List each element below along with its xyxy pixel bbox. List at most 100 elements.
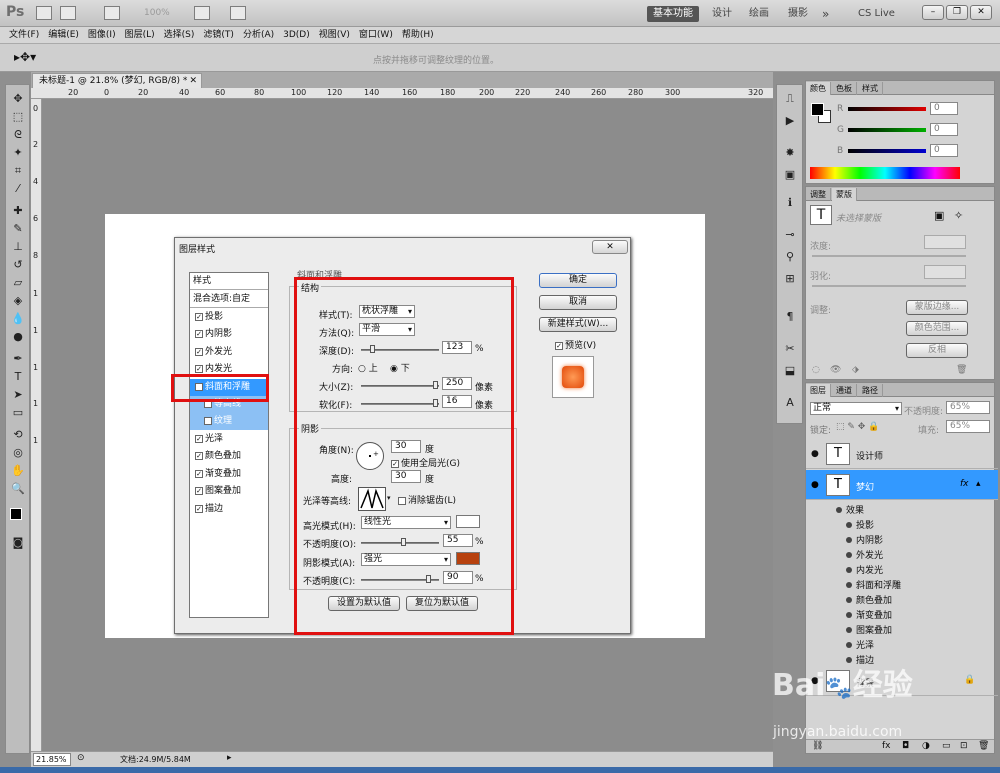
close-icon[interactable]: ✕: [970, 5, 992, 20]
ok-button[interactable]: 确定: [539, 273, 617, 288]
new-group-icon[interactable]: ▭: [942, 741, 951, 751]
dialog-close-button[interactable]: ✕: [592, 240, 628, 254]
mini-bridge-icon[interactable]: [60, 6, 76, 20]
apply-mask-icon[interactable]: ⬗: [852, 365, 859, 375]
feather-input[interactable]: [924, 265, 966, 279]
zoom-level[interactable]: 100%: [144, 8, 170, 18]
style-item-gradient-overlay[interactable]: ✓ 渐变叠加: [190, 466, 268, 483]
link-layers-icon[interactable]: ⛓: [812, 741, 823, 751]
screen-mode-icon[interactable]: [230, 6, 246, 20]
eyedropper-tool-icon[interactable]: ⁄: [10, 181, 26, 196]
style-item-drop-shadow[interactable]: ✓ 投影: [190, 309, 268, 326]
workspace-essentials[interactable]: 基本功能: [647, 6, 699, 22]
delete-layer-icon[interactable]: 🗑: [978, 741, 989, 751]
tab-color[interactable]: 颜色: [806, 82, 831, 95]
clone-source-icon[interactable]: ▣: [781, 167, 799, 183]
layer-row-designer[interactable]: ● T 设计师: [806, 439, 998, 469]
eye-icon[interactable]: [846, 612, 852, 618]
move-tool-preset-icon[interactable]: ▸✥▾: [14, 50, 36, 64]
menu-3d[interactable]: 3D(D): [283, 27, 310, 44]
feather-slider[interactable]: [812, 285, 966, 287]
channel-g-slider[interactable]: [848, 128, 926, 132]
channel-b-input[interactable]: 0: [930, 144, 958, 157]
new-layer-icon[interactable]: ⊡: [960, 741, 968, 751]
delete-mask-icon[interactable]: 🗑: [956, 365, 967, 375]
vector-mask-icon[interactable]: ✧: [954, 209, 963, 222]
eye-icon[interactable]: [846, 552, 852, 558]
effect-item[interactable]: 颜色叠加: [846, 593, 892, 606]
checkbox-icon[interactable]: ✓: [195, 451, 203, 460]
color-range-button[interactable]: 颜色范围...: [906, 321, 968, 336]
move-tool-icon[interactable]: ✥: [10, 91, 26, 106]
layer-row-dream[interactable]: ● T 梦幻 fx ▴: [806, 470, 998, 500]
eye-icon[interactable]: [846, 642, 852, 648]
checkbox-icon[interactable]: ✓: [195, 312, 203, 321]
eye-icon[interactable]: [836, 507, 842, 513]
density-slider[interactable]: [812, 255, 966, 257]
style-item-inner-shadow[interactable]: ✓ 内阴影: [190, 326, 268, 343]
brush-tool-icon[interactable]: ✎: [10, 221, 26, 236]
status-menu-icon[interactable]: ⊙: [77, 753, 85, 763]
eye-icon[interactable]: ●: [811, 449, 819, 459]
new-style-button[interactable]: 新建样式(W)...: [539, 317, 617, 332]
checkbox-icon[interactable]: ✓: [195, 434, 203, 443]
fill-input[interactable]: 65%: [946, 420, 990, 433]
menu-help[interactable]: 帮助(H): [402, 27, 434, 44]
eye-icon[interactable]: ●: [811, 480, 819, 490]
style-item-satin[interactable]: ✓ 光泽: [190, 431, 268, 448]
zoom-field[interactable]: 21.85%: [33, 753, 71, 766]
more-workspaces-icon[interactable]: »: [816, 6, 835, 22]
blur-tool-icon[interactable]: 💧: [10, 311, 26, 326]
color-spectrum[interactable]: [810, 167, 960, 179]
quick-mask-icon[interactable]: ◙: [10, 535, 26, 550]
checkbox-icon[interactable]: ✓: [195, 347, 203, 356]
tab-masks[interactable]: 蒙版: [832, 188, 857, 201]
effect-item[interactable]: 外发光: [846, 548, 883, 561]
tab-channels[interactable]: 通道: [832, 384, 857, 397]
actions-icon[interactable]: ▶: [781, 113, 799, 129]
menu-select[interactable]: 选择(S): [164, 27, 195, 44]
arrange-docs-icon[interactable]: [194, 6, 210, 20]
foreground-color[interactable]: [10, 508, 22, 520]
eye-icon[interactable]: [846, 537, 852, 543]
add-mask-icon[interactable]: ◘: [902, 741, 909, 751]
bridge-icon[interactable]: [36, 6, 52, 20]
minimize-icon[interactable]: –: [922, 5, 944, 20]
effect-item[interactable]: 投影: [846, 518, 874, 531]
opacity-input[interactable]: 65%: [946, 401, 990, 414]
lock-icons[interactable]: ⬚ ✎ ✥ 🔒: [836, 422, 879, 432]
status-arrow-icon[interactable]: ▸: [227, 753, 232, 763]
eye-icon[interactable]: [846, 522, 852, 528]
view-extras-icon[interactable]: [104, 6, 120, 20]
adjustment-layer-icon[interactable]: ◑: [922, 741, 930, 751]
effect-item[interactable]: 斜面和浮雕: [846, 578, 901, 591]
character-icon[interactable]: A: [781, 395, 799, 411]
blend-mode-select[interactable]: 正常: [810, 402, 902, 415]
menu-layer[interactable]: 图层(L): [125, 27, 155, 44]
history-brush-icon[interactable]: ↺: [10, 257, 26, 272]
3d-rotate-icon[interactable]: ⟲: [10, 427, 26, 442]
document-tab[interactable]: 未标题-1 @ 21.8% (梦幻, RGB/8) * ✕: [32, 73, 202, 89]
checkbox-icon[interactable]: ✓: [195, 329, 203, 338]
cancel-button[interactable]: 取消: [539, 295, 617, 310]
close-tab-icon[interactable]: ✕: [189, 74, 197, 89]
style-item-pattern-overlay[interactable]: ✓ 图案叠加: [190, 483, 268, 500]
fg-color-swatch[interactable]: [811, 103, 824, 116]
style-item-color-overlay[interactable]: ✓ 颜色叠加: [190, 448, 268, 465]
invert-button[interactable]: 反相: [906, 343, 968, 358]
checkbox-icon[interactable]: ✓: [195, 486, 203, 495]
channel-b-slider[interactable]: [848, 149, 926, 153]
tab-layers[interactable]: 图层: [806, 384, 831, 397]
menu-file[interactable]: 文件(F): [9, 27, 39, 44]
load-selection-icon[interactable]: ◌: [812, 365, 820, 375]
pen-tool-icon[interactable]: ✒: [10, 351, 26, 366]
eye-icon[interactable]: [846, 582, 852, 588]
3d-camera-icon[interactable]: ◎: [10, 445, 26, 460]
marquee-tool-icon[interactable]: ⬚: [10, 109, 26, 124]
zoom-tool-icon[interactable]: 🔍: [10, 481, 26, 496]
style-item-texture[interactable]: ✓ 纹理: [190, 413, 268, 430]
adjust-layer-icon[interactable]: ⊸: [781, 227, 799, 243]
effect-item[interactable]: 内发光: [846, 563, 883, 576]
eye-icon[interactable]: [846, 567, 852, 573]
checkbox-icon[interactable]: ✓: [195, 469, 203, 478]
